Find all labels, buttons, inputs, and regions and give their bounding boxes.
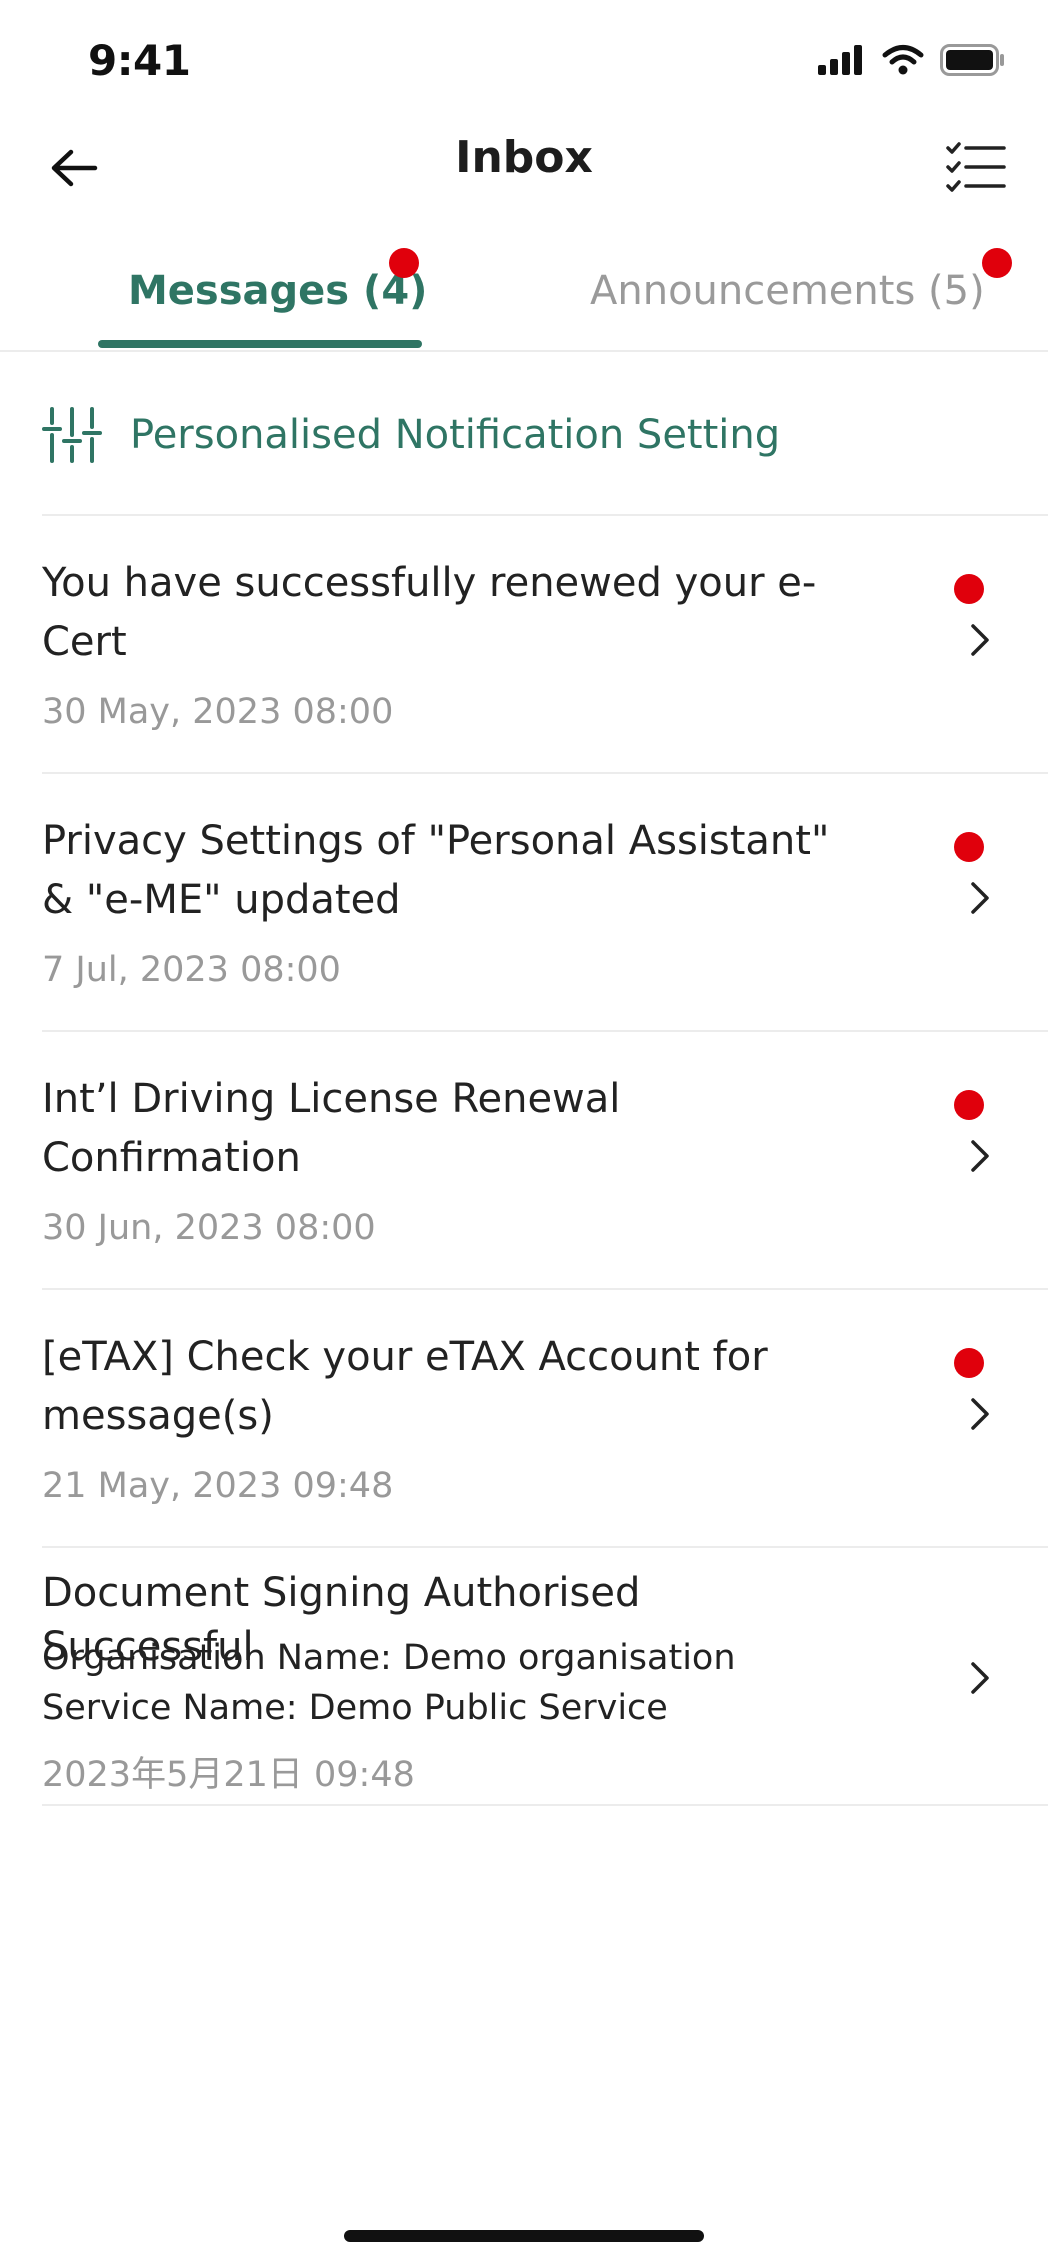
message-item[interactable]: Document Signing Authorised Successful O… — [42, 1548, 1048, 1806]
message-title: [eTAX] Check your eTAX Account for messa… — [42, 1334, 768, 1439]
home-indicator[interactable] — [344, 2230, 704, 2242]
message-date: 30 Jun, 2023 08:00 — [42, 1208, 376, 1248]
tab-label: Messages (4) — [128, 268, 428, 314]
top-navigation-bar: Inbox — [0, 120, 1048, 240]
unread-dot — [954, 574, 984, 604]
chevron-right-icon — [960, 1388, 1000, 1440]
service-name: Service Name: Demo Public Service — [42, 1688, 668, 1728]
inbox-screen: 9:41 Inbox Messages (4) Announcements (5… — [0, 0, 1048, 2268]
message-item[interactable]: [eTAX] Check your eTAX Account for messa… — [42, 1290, 1048, 1548]
chevron-right-icon — [960, 1652, 1000, 1704]
unread-dot — [954, 1348, 984, 1378]
message-date: 2023年5月21日 09:48 — [42, 1755, 415, 1795]
message-title: Privacy Settings of "Personal Assistant"… — [42, 818, 830, 923]
sliders-icon — [42, 405, 102, 465]
signal-icon — [818, 45, 866, 75]
status-bar: 9:41 — [0, 0, 1048, 120]
unread-dot — [389, 248, 419, 278]
page-title: Inbox — [455, 132, 593, 183]
inbox-tabs: Messages (4) Announcements (5) — [0, 240, 1048, 352]
message-date: 21 May, 2023 09:48 — [42, 1466, 394, 1506]
active-tab-indicator — [98, 340, 422, 348]
chevron-right-icon — [960, 1130, 1000, 1182]
select-messages-button[interactable] — [938, 132, 1014, 208]
message-date: 30 May, 2023 08:00 — [42, 692, 394, 732]
message-title: Int’l Driving License Renewal Confirmati… — [42, 1076, 621, 1181]
tab-messages[interactable]: Messages (4) — [98, 240, 428, 350]
chevron-right-icon — [960, 614, 1000, 666]
organisation-name: Organisation Name: Demo organisation — [42, 1638, 736, 1678]
message-item[interactable]: Int’l Driving License Renewal Confirmati… — [42, 1032, 1048, 1290]
status-icons — [818, 44, 1006, 76]
status-time: 9:41 — [88, 36, 191, 85]
unread-dot — [954, 832, 984, 862]
unread-dot — [954, 1090, 984, 1120]
notification-setting-label: Personalised Notification Setting — [130, 412, 781, 458]
wifi-icon — [882, 44, 924, 76]
chevron-right-icon — [960, 872, 1000, 924]
message-date: 7 Jul, 2023 08:00 — [42, 950, 341, 990]
message-title: You have successfully renewed your e-Cer… — [42, 560, 817, 665]
notification-setting-link[interactable]: Personalised Notification Setting — [42, 380, 1048, 490]
tab-label: Announcements (5) — [590, 268, 985, 314]
checklist-icon — [946, 142, 1006, 198]
message-list: You have successfully renewed your e-Cer… — [42, 516, 1048, 1806]
unread-dot — [982, 248, 1012, 278]
tab-announcements[interactable]: Announcements (5) — [560, 240, 1020, 350]
battery-icon — [940, 44, 1006, 76]
message-item[interactable]: Privacy Settings of "Personal Assistant"… — [42, 774, 1048, 1032]
message-item[interactable]: You have successfully renewed your e-Cer… — [42, 516, 1048, 774]
